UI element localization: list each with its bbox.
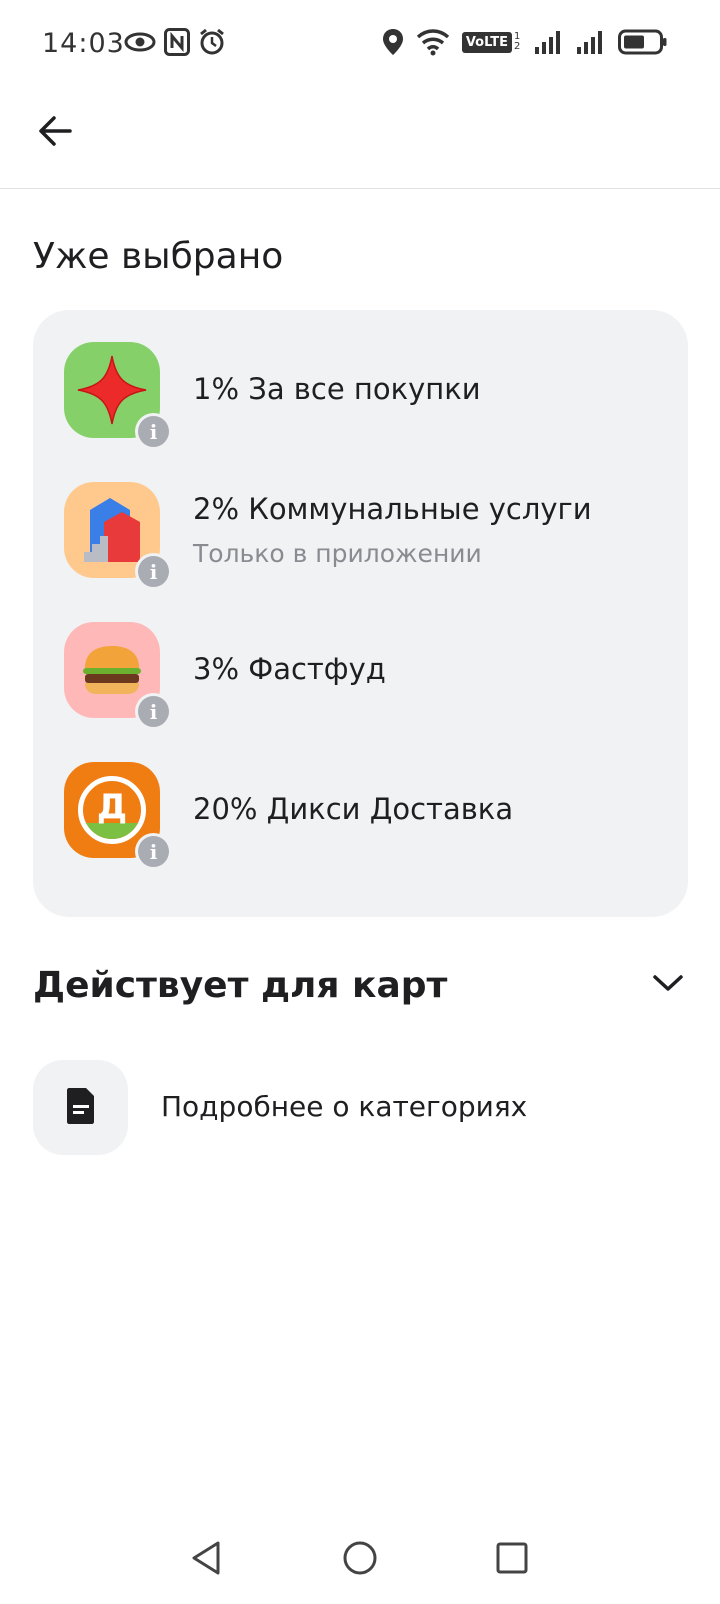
nfc-icon xyxy=(164,28,190,56)
signal-2-icon xyxy=(576,29,606,55)
document-icon-tile xyxy=(33,1060,128,1155)
nav-recents-button[interactable] xyxy=(482,1530,542,1590)
category-label: 20% Дикси Доставка xyxy=(193,792,514,826)
system-nav-bar xyxy=(0,1530,720,1604)
home-circle-icon xyxy=(342,1540,378,1580)
chevron-down-icon[interactable] xyxy=(652,973,684,997)
status-bar: 14:03 VoLTE 1 2 xyxy=(0,0,720,90)
volte-sim-label: 1 2 xyxy=(514,31,521,52)
category-icon-wrap: i xyxy=(64,622,172,730)
arrow-left-icon xyxy=(38,116,72,150)
alarm-icon xyxy=(198,28,226,56)
info-icon[interactable]: i xyxy=(135,413,172,450)
dixy-letter: Д xyxy=(96,787,128,827)
wifi-icon xyxy=(416,28,450,56)
selected-section-title: Уже выбрано xyxy=(33,236,284,277)
cards-section-title: Действует для карт xyxy=(33,965,448,1006)
category-icon-wrap: i xyxy=(64,342,172,450)
category-sublabel: Только в приложении xyxy=(193,539,482,568)
status-time: 14:03 xyxy=(42,28,125,59)
category-item[interactable]: i 2% Коммунальные услуги Только в прилож… xyxy=(33,482,688,602)
category-icon-wrap: i xyxy=(64,482,172,590)
category-label: 2% Коммунальные услуги xyxy=(193,492,592,526)
details-link-label: Подробнее о категориях xyxy=(161,1090,528,1123)
volte-label: VoLTE xyxy=(461,31,512,53)
signal-1-icon xyxy=(534,29,564,55)
battery-icon xyxy=(618,29,668,55)
info-icon[interactable]: i xyxy=(135,693,172,730)
category-label: 3% Фастфуд xyxy=(193,652,386,686)
category-item[interactable]: i 3% Фастфуд xyxy=(33,622,688,742)
header-divider xyxy=(0,188,720,189)
cards-section-header[interactable]: Действует для карт xyxy=(33,965,688,1021)
category-icon-wrap: Д i xyxy=(64,762,172,870)
category-item[interactable]: Д i 20% Дикси Доставка xyxy=(33,762,688,882)
info-icon[interactable]: i xyxy=(135,553,172,590)
details-link[interactable]: Подробнее о категориях xyxy=(33,1060,688,1156)
volte-icon: VoLTE 1 2 xyxy=(461,31,522,53)
nav-home-button[interactable] xyxy=(330,1530,390,1590)
location-icon xyxy=(382,28,404,56)
category-label: 1% За все покупки xyxy=(193,372,481,406)
selected-categories-card: i 1% За все покупки i 2% Коммунальные ус… xyxy=(33,310,688,917)
eye-icon xyxy=(124,30,156,54)
back-button[interactable] xyxy=(30,108,80,158)
info-icon[interactable]: i xyxy=(135,833,172,870)
document-icon xyxy=(66,1086,96,1130)
nav-back-button[interactable] xyxy=(176,1530,236,1590)
recents-square-icon xyxy=(495,1541,529,1579)
category-item[interactable]: i 1% За все покупки xyxy=(33,342,688,462)
back-triangle-icon xyxy=(190,1540,222,1580)
